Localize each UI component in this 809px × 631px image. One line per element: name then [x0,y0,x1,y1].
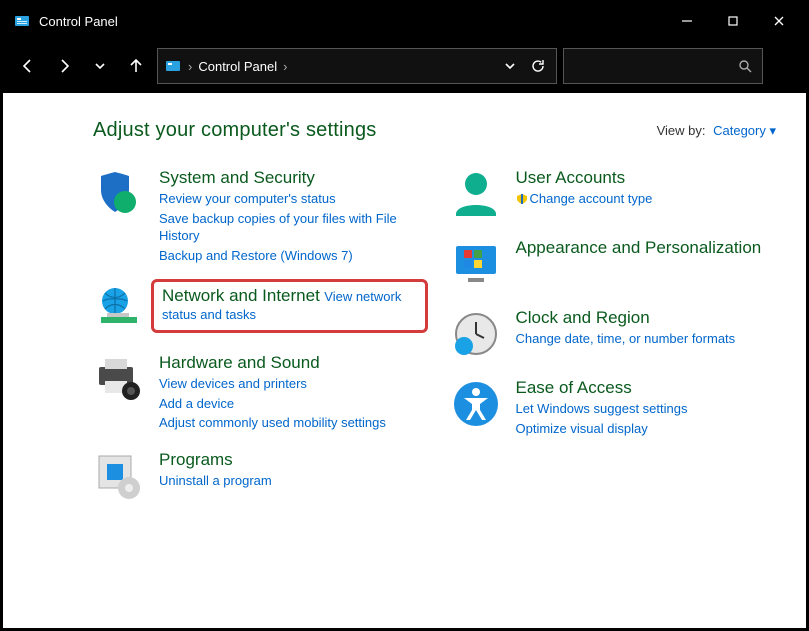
search-box[interactable] [563,48,763,84]
category-title[interactable]: Ease of Access [516,378,688,398]
view-by-control[interactable]: View by: Category ▾ [657,123,776,139]
category-link[interactable]: View devices and printers [159,375,386,393]
up-button[interactable] [121,51,151,81]
category-ease-of-access: Ease of Access Let Windows suggest setti… [450,378,777,437]
category-programs: Programs Uninstall a program [93,450,420,502]
forward-button[interactable] [49,51,79,81]
minimize-button[interactable] [664,3,710,39]
uac-shield-icon [516,193,528,205]
control-panel-icon [164,57,182,75]
category-link[interactable]: Let Windows suggest settings [516,400,688,418]
category-title[interactable]: System and Security [159,168,420,188]
window-title: Control Panel [39,14,664,29]
category-system-security: System and Security Review your computer… [93,168,420,265]
category-appearance-personalization: Appearance and Personalization [450,238,777,290]
category-link[interactable]: Review your computer's status [159,190,420,208]
category-link[interactable]: Add a device [159,395,386,413]
category-link[interactable]: Backup and Restore (Windows 7) [159,247,420,265]
category-link[interactable]: Optimize visual display [516,420,688,438]
category-column-left: System and Security Review your computer… [93,168,420,502]
control-panel-icon [13,12,31,30]
shield-icon [93,168,145,220]
category-title[interactable]: Hardware and Sound [159,353,386,373]
content-area: Adjust your computer's settings View by:… [3,93,806,628]
accessibility-icon [450,378,502,430]
category-link[interactable]: Adjust commonly used mobility settings [159,414,386,432]
printer-icon [93,353,145,405]
category-title[interactable]: Appearance and Personalization [516,238,762,258]
highlight-network-internet: Network and Internet View network status… [151,279,428,333]
search-icon [738,59,752,73]
recent-locations-button[interactable] [85,51,115,81]
category-link[interactable]: Change date, time, or number formats [516,330,736,348]
page-title: Adjust your computer's settings [93,119,376,142]
titlebar: Control Panel [3,3,806,39]
navigation-bar: › Control Panel › [3,39,806,93]
category-title[interactable]: Programs [159,450,272,470]
category-title[interactable]: Network and Internet [162,286,320,305]
address-bar[interactable]: › Control Panel › [157,48,557,84]
user-icon [450,168,502,220]
category-network-internet: Network and Internet View network status… [93,283,420,335]
category-hardware-sound: Hardware and Sound View devices and prin… [93,353,420,432]
category-link[interactable]: Save backup copies of your files with Fi… [159,210,420,245]
category-title[interactable]: Clock and Region [516,308,736,328]
category-title[interactable]: User Accounts [516,168,653,188]
refresh-button[interactable] [526,51,550,81]
address-dropdown-button[interactable] [498,51,522,81]
view-by-label: View by: [657,123,706,138]
category-column-right: User Accounts Change account type Appear… [450,168,777,502]
view-by-value[interactable]: Category ▾ [713,123,776,138]
globe-icon [93,283,145,335]
close-button[interactable] [756,3,802,39]
maximize-button[interactable] [710,3,756,39]
category-link[interactable]: Uninstall a program [159,472,272,490]
monitor-icon [450,238,502,290]
clock-icon [450,308,502,360]
category-clock-region: Clock and Region Change date, time, or n… [450,308,777,360]
breadcrumb-chevron[interactable]: › [188,59,192,74]
back-button[interactable] [13,51,43,81]
breadcrumb-location[interactable]: Control Panel [198,59,277,74]
category-link[interactable]: Change account type [516,190,653,208]
programs-icon [93,450,145,502]
category-user-accounts: User Accounts Change account type [450,168,777,220]
breadcrumb-chevron[interactable]: › [283,59,287,74]
